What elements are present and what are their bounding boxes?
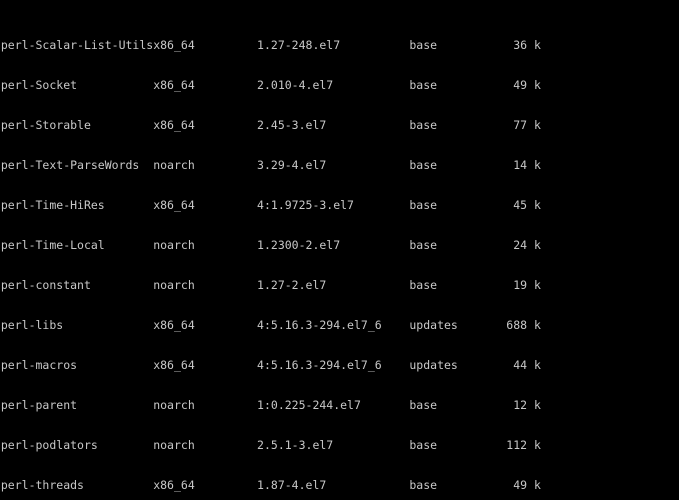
package-row: perl-macros x86_64 4:5.16.3-294.el7_6 up… xyxy=(0,357,541,372)
package-row: perl-parent noarch 1:0.225-244.el7 base … xyxy=(0,397,541,412)
package-row: perl-libs x86_64 4:5.16.3-294.el7_6 upda… xyxy=(0,318,541,332)
package-row: perl-Scalar-List-Utilsx86_64 1.27-248.el… xyxy=(0,38,541,53)
package-row: perl-constant noarch 1.27-2.el7 base 19 … xyxy=(0,278,541,293)
package-row: perl-threads x86_64 1.87-4.el7 base 49 k xyxy=(0,477,541,492)
terminal-window[interactable]: perl-Scalar-List-Utilsx86_64 1.27-248.el… xyxy=(0,0,679,500)
package-row: perl-Storable x86_64 2.45-3.el7 base 77 … xyxy=(0,118,541,133)
package-row: perl-Socket x86_64 2.010-4.el7 base 49 k xyxy=(0,78,541,93)
package-row: perl-Text-ParseWords noarch 3.29-4.el7 b… xyxy=(0,158,541,173)
package-row: perl-Time-Local noarch 1.2300-2.el7 base… xyxy=(0,238,541,253)
package-row: perl-podlators noarch 2.5.1-3.el7 base 1… xyxy=(0,437,541,452)
terminal-screen: perl-Scalar-List-Utilsx86_64 1.27-248.el… xyxy=(0,0,679,500)
package-row: perl-Time-HiRes x86_64 4:1.9725-3.el7 ba… xyxy=(0,198,541,213)
